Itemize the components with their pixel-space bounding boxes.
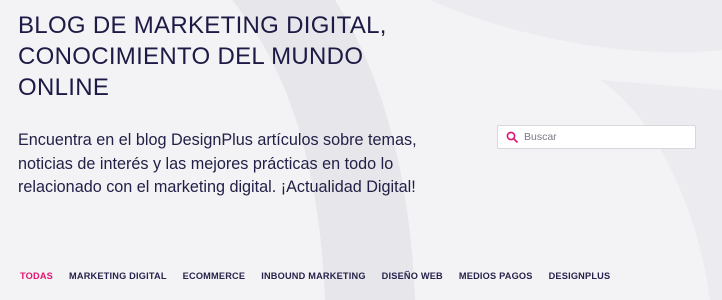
search-input[interactable] [524, 131, 684, 143]
category-tab-diseno-web[interactable]: DISEÑO WEB [382, 271, 443, 281]
page-title: BLOG DE MARKETING DIGITAL, CONOCIMIENTO … [18, 10, 488, 103]
search-icon[interactable] [505, 131, 518, 144]
category-tab-ecommerce[interactable]: ECOMMERCE [183, 271, 246, 281]
category-nav: TODAS MARKETING DIGITAL ECOMMERCE INBOUN… [20, 271, 610, 281]
category-tab-todas[interactable]: TODAS [20, 271, 53, 281]
page-title-line: CONOCIMIENTO DEL MUNDO [18, 43, 364, 70]
category-tab-medios-pagos[interactable]: MEDIOS PAGOS [459, 271, 533, 281]
category-tab-designplus[interactable]: DESIGNPLUS [549, 271, 611, 281]
category-tab-marketing-digital[interactable]: MARKETING DIGITAL [69, 271, 167, 281]
search-box[interactable] [497, 125, 696, 149]
intro-paragraph: Encuentra en el blog DesignPlus artículo… [18, 129, 438, 200]
intro-line: relacionado con el marketing digital. ¡A… [18, 178, 416, 196]
category-tab-inbound-marketing[interactable]: INBOUND MARKETING [261, 271, 365, 281]
intro-line: noticias de interés y las mejores prácti… [18, 154, 394, 173]
page-title-line: ONLINE [18, 74, 110, 101]
hero-section: BLOG DE MARKETING DIGITAL, CONOCIMIENTO … [18, 10, 488, 103]
page-title-line: BLOG DE MARKETING DIGITAL, [18, 12, 387, 39]
intro-line: Encuentra en el blog DesignPlus artículo… [18, 131, 417, 149]
